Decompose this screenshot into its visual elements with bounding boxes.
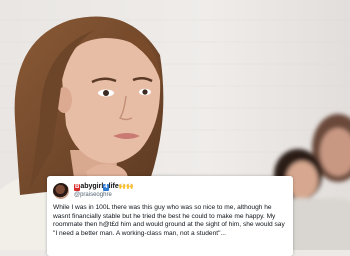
tweet-text: While I was in 100L there was this guy w… — [53, 204, 285, 237]
display-name-mid: life — [108, 183, 119, 190]
user-handle[interactable]: @praiseoghre — [74, 191, 134, 199]
tweet-author: Babygirl4life🙌🙌 @praiseoghre — [74, 183, 134, 199]
tweet-header: Babygirl4life🙌🙌 @praiseoghre — [53, 181, 286, 201]
tweet-card[interactable]: Babygirl4life🙌🙌 @praiseoghre While I was… — [47, 176, 293, 256]
display-name-prefix: abygirl — [80, 183, 104, 190]
display-name[interactable]: Babygirl4life🙌🙌 — [74, 183, 134, 191]
raised-hands-emoji-icon: 🙌🙌 — [118, 184, 134, 190]
avatar[interactable] — [53, 183, 69, 199]
